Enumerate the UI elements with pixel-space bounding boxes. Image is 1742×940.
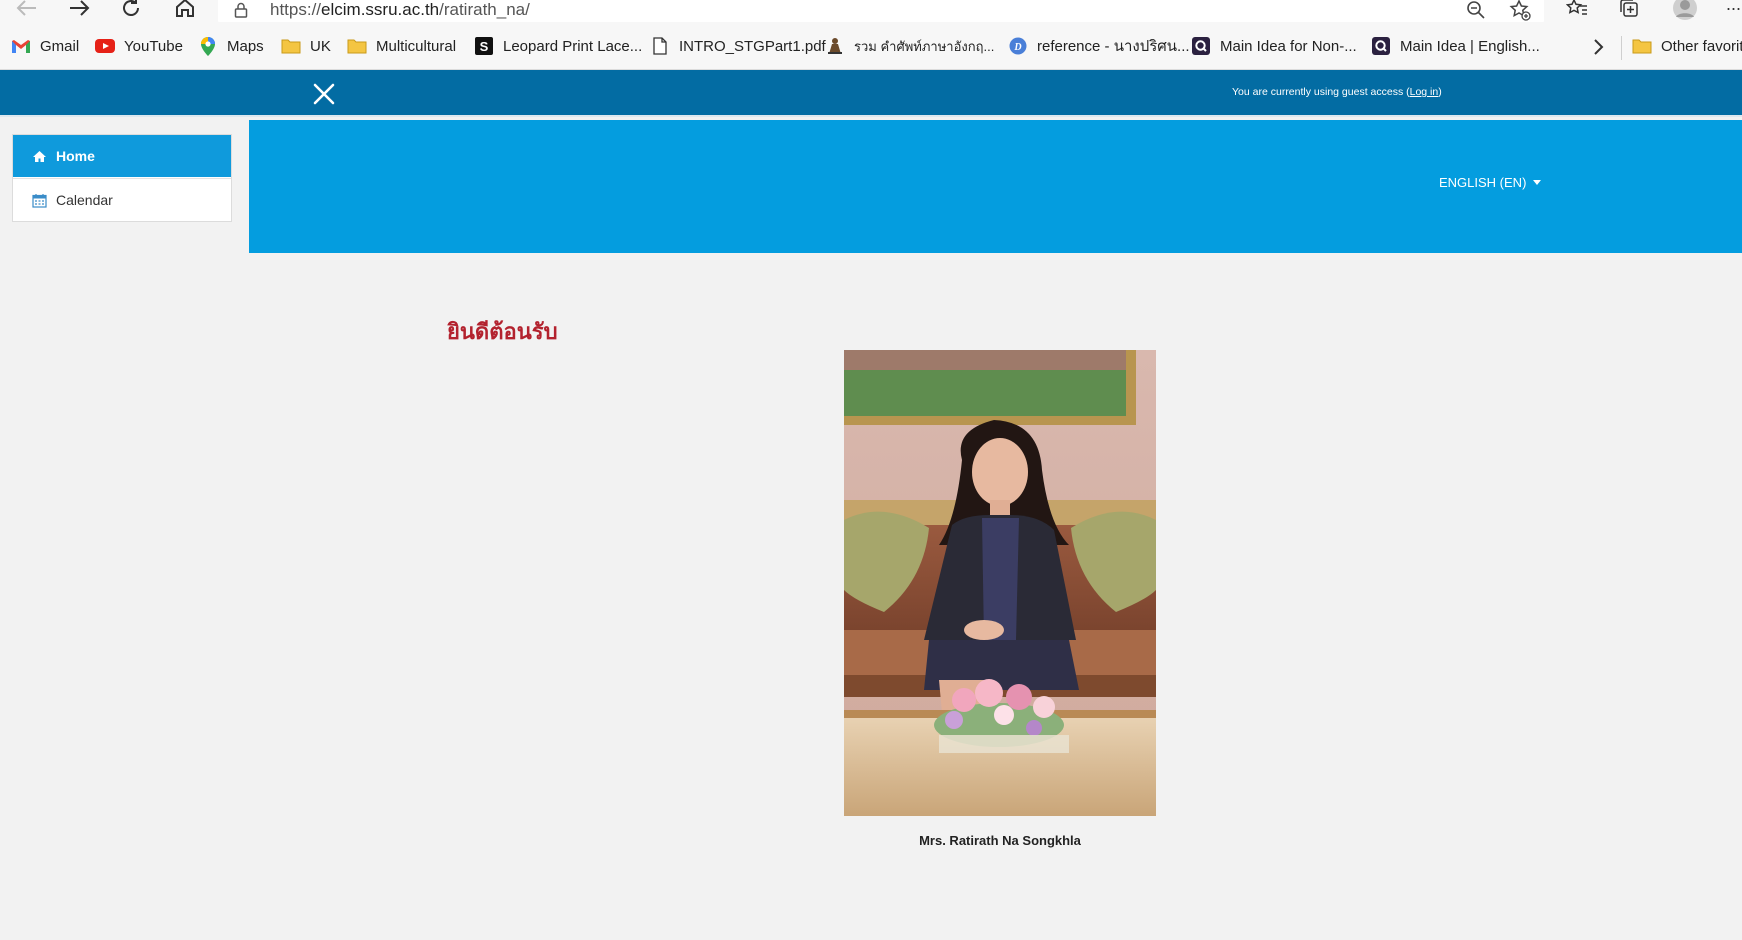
folder-icon bbox=[281, 37, 301, 55]
sidebar-item-label: Home bbox=[56, 148, 95, 164]
svg-text:S: S bbox=[480, 39, 489, 54]
bookmark-label: Main Idea for Non-... bbox=[1220, 37, 1357, 55]
house-icon bbox=[176, 0, 194, 17]
refresh-button[interactable] bbox=[116, 0, 146, 22]
bookmark-reference[interactable]: D reference - นางปริศน... bbox=[1008, 36, 1190, 56]
url-host: elcim.ssru.ac.th bbox=[321, 0, 440, 19]
bookmark-label: reference - นางปริศน... bbox=[1037, 38, 1190, 55]
sidebar-item-home[interactable]: Home bbox=[13, 135, 231, 177]
url-text: https://elcim.ssru.ac.th/ratirath_na/ bbox=[270, 0, 530, 20]
guest-text: You are currently using guest access ( bbox=[1232, 86, 1410, 98]
photo-caption: Mrs. Ratirath Na Songkhla bbox=[919, 833, 1081, 848]
site-navbar: You are currently using guest access (Lo… bbox=[0, 70, 1742, 117]
sidebar-item-calendar[interactable]: Calendar bbox=[13, 178, 231, 221]
close-icon bbox=[313, 83, 335, 105]
home-icon bbox=[31, 148, 47, 164]
reference-icon: D bbox=[1008, 37, 1028, 55]
quizlet-icon bbox=[1371, 37, 1391, 55]
zoom-out-icon[interactable] bbox=[1464, 0, 1488, 22]
gmail-icon bbox=[11, 37, 31, 55]
calendar-icon bbox=[31, 192, 47, 208]
avatar-icon bbox=[1673, 0, 1697, 20]
refresh-icon bbox=[123, 0, 139, 16]
back-button[interactable] bbox=[12, 0, 42, 22]
arrow-right-icon bbox=[70, 0, 90, 16]
chevron-right-icon bbox=[1594, 39, 1604, 55]
bookmark-gmail[interactable]: Gmail bbox=[11, 36, 79, 56]
login-link[interactable]: Log in bbox=[1410, 86, 1439, 98]
bookmark-main-idea-english[interactable]: Main Idea | English... bbox=[1371, 36, 1540, 56]
bookmark-multicultural[interactable]: Multicultural bbox=[347, 36, 456, 56]
profile-photo bbox=[844, 350, 1156, 816]
browser-toolbar: https://elcim.ssru.ac.th/ratirath_na/ ··… bbox=[0, 0, 1742, 26]
language-label: ENGLISH (EN) bbox=[1439, 175, 1527, 190]
quizlet-icon bbox=[1191, 37, 1211, 55]
portrait-image bbox=[844, 350, 1156, 816]
forward-button[interactable] bbox=[64, 0, 94, 22]
collections-button[interactable] bbox=[1614, 0, 1644, 22]
bookmarks-bar: Gmail YouTube Maps UK Multicultural S Le… bbox=[0, 22, 1742, 70]
caret-down-icon bbox=[1533, 180, 1542, 185]
bookmark-youtube[interactable]: YouTube bbox=[95, 36, 183, 56]
bookmark-label: Main Idea | English... bbox=[1400, 37, 1540, 55]
url-prefix: https:// bbox=[270, 0, 322, 19]
bookmark-label: Leopard Print Lace... bbox=[503, 37, 643, 55]
guest-text-end: ) bbox=[1438, 86, 1442, 98]
s-logo-icon: S bbox=[474, 37, 494, 55]
bookmarks-separator bbox=[1621, 36, 1622, 60]
bookmark-leopard-print[interactable]: S Leopard Print Lace... bbox=[474, 36, 642, 56]
nav-drawer: Home Calendar bbox=[12, 134, 232, 222]
svg-text:D: D bbox=[1013, 42, 1021, 53]
bookmark-label: Gmail bbox=[40, 37, 80, 55]
figure-icon bbox=[825, 37, 845, 55]
bookmark-label: Other favorites bbox=[1661, 37, 1742, 55]
folder-icon bbox=[1632, 37, 1652, 55]
guest-access-notice: You are currently using guest access (Lo… bbox=[1232, 86, 1442, 98]
bookmark-thai-vocab[interactable]: รวม คำศัพท์ภาษาอังกฤ... bbox=[825, 36, 994, 56]
url-path: /ratirath_na/ bbox=[439, 0, 530, 19]
language-menu[interactable]: ENGLISH (EN) bbox=[1439, 175, 1542, 190]
folder-icon bbox=[347, 37, 367, 55]
bookmark-other-favorites[interactable]: Other favorites bbox=[1632, 36, 1742, 56]
lock-icon bbox=[234, 2, 248, 23]
bookmark-intro-pdf[interactable]: INTRO_STGPart1.pdf bbox=[650, 36, 826, 56]
youtube-icon bbox=[95, 37, 115, 55]
bookmark-uk[interactable]: UK bbox=[281, 36, 331, 56]
favorites-icon bbox=[1566, 0, 1587, 15]
bookmark-label: INTRO_STGPart1.pdf bbox=[679, 37, 826, 55]
bookmark-label: รวม คำศัพท์ภาษาอังกฤ... bbox=[854, 38, 995, 54]
favorites-button[interactable] bbox=[1562, 0, 1592, 22]
document-icon bbox=[650, 37, 670, 55]
collections-icon bbox=[1620, 0, 1638, 17]
bookmark-maps[interactable]: Maps bbox=[198, 36, 264, 56]
bookmark-label: YouTube bbox=[124, 37, 183, 55]
bookmark-main-idea-non[interactable]: Main Idea for Non-... bbox=[1191, 36, 1357, 56]
profile-button[interactable] bbox=[1670, 0, 1700, 22]
bookmark-label: Maps bbox=[227, 37, 264, 55]
arrow-left-icon bbox=[16, 0, 36, 16]
welcome-heading: ยินดีต้อนรับ bbox=[447, 320, 558, 345]
bookmarks-overflow-button[interactable] bbox=[1592, 38, 1608, 58]
bookmark-label: UK bbox=[310, 37, 331, 55]
home-browser-button[interactable] bbox=[170, 0, 200, 22]
more-menu-button[interactable]: ··· bbox=[1718, 0, 1742, 22]
add-favorite-icon[interactable] bbox=[1508, 0, 1532, 22]
page-header-banner: ENGLISH (EN) bbox=[249, 120, 1742, 253]
close-drawer-button[interactable] bbox=[310, 80, 338, 108]
sidebar-item-label: Calendar bbox=[56, 192, 113, 208]
bookmark-label: Multicultural bbox=[376, 37, 457, 55]
maps-pin-icon bbox=[198, 36, 218, 56]
